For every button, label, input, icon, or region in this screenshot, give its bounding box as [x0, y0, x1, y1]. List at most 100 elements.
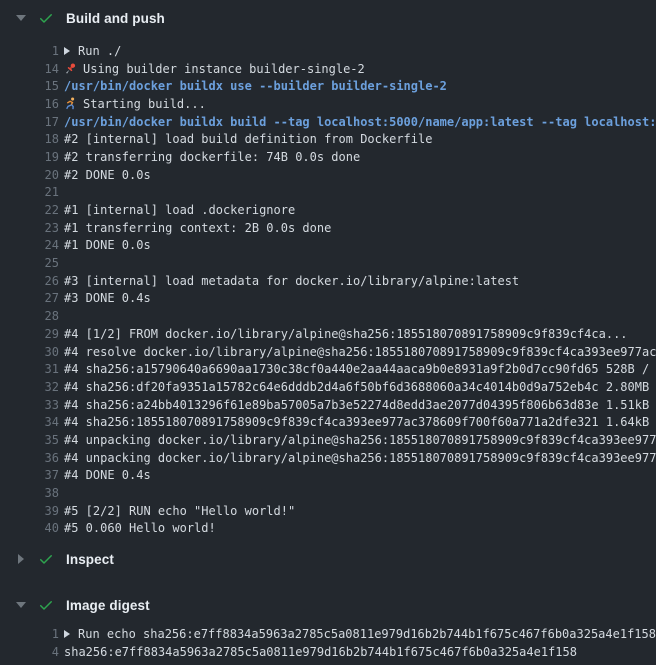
log-line-content: #2 [internal] load build definition from…	[64, 132, 656, 146]
log-line-content: #3 [internal] load metadata for docker.i…	[64, 274, 656, 288]
log-line-content: #3 DONE 0.4s	[64, 291, 656, 305]
line-number[interactable]: 22	[0, 203, 59, 217]
line-number[interactable]: 28	[0, 309, 59, 323]
line-number[interactable]: 20	[0, 168, 59, 182]
check-icon	[38, 10, 54, 26]
section-header[interactable]: Image digest	[0, 587, 656, 623]
line-number[interactable]: 37	[0, 468, 59, 482]
log-line: 33#4 sha256:a24bb4013296f61e89ba57005a7b…	[0, 396, 656, 414]
section-title: Inspect	[66, 552, 114, 567]
line-number[interactable]: 27	[0, 291, 59, 305]
log-line-content: Starting build...	[64, 97, 656, 111]
log-line-content: #4 resolve docker.io/library/alpine@sha2…	[64, 345, 656, 359]
section-title: Build and push	[66, 11, 165, 26]
log-line-content: sha256:e7ff8834a5963a2785c5a0811e979d16b…	[64, 645, 656, 659]
log-line: 35 #4 unpacking docker.io/library/alpine@…	[0, 431, 656, 449]
log-line-content: #4 unpacking docker.io/library/alpine@sh…	[64, 433, 656, 447]
log-line: 20 #2 DONE 0.0s	[0, 166, 656, 184]
line-number[interactable]: 38	[0, 486, 59, 500]
log-line: 25	[0, 254, 656, 272]
line-number[interactable]: 29	[0, 327, 59, 341]
log-text: Run ./	[78, 44, 121, 58]
log-text: #5 [2/2] RUN echo "Hello world!"	[64, 504, 295, 518]
log-line: 34#4 sha256:185518070891758909c9f839cf4c…	[0, 413, 656, 431]
log-line: 29 #4 [1/2] FROM docker.io/library/alpine…	[0, 325, 656, 343]
log-text: #5 0.060 Hello world!	[64, 521, 216, 535]
line-number[interactable]: 26	[0, 274, 59, 288]
line-number[interactable]: 1	[0, 627, 59, 641]
log-text: sha256:e7ff8834a5963a2785c5a0811e979d16b…	[64, 645, 577, 659]
play-marker-icon[interactable]	[64, 47, 70, 55]
line-number[interactable]: 18	[0, 132, 59, 146]
log-text: #4 DONE 0.4s	[64, 468, 151, 482]
line-number[interactable]: 35	[0, 433, 59, 447]
line-number[interactable]: 39	[0, 504, 59, 518]
line-number[interactable]: 36	[0, 451, 59, 465]
log-line: 27 #3 DONE 0.4s	[0, 290, 656, 308]
check-icon	[38, 551, 54, 567]
log-text: #1 transferring context: 2B 0.0s done	[64, 221, 331, 235]
log-text: #2 transferring dockerfile: 74B 0.0s don…	[64, 150, 360, 164]
log-text: #1 DONE 0.0s	[64, 238, 151, 252]
section-header[interactable]: Inspect	[0, 541, 656, 577]
log-line: 18 #2 [internal] load build definition fr…	[0, 130, 656, 148]
log-line-content: #4 unpacking docker.io/library/alpine@sh…	[64, 451, 656, 465]
log-section: Inspect	[0, 541, 656, 577]
line-number[interactable]: 30	[0, 345, 59, 359]
log-line: 38	[0, 484, 656, 502]
log-text: Starting build...	[83, 97, 206, 111]
line-number[interactable]: 31	[0, 362, 59, 376]
chevron-down-icon	[16, 602, 26, 608]
line-number[interactable]: 14	[0, 62, 59, 76]
log-line: 28	[0, 307, 656, 325]
log-line: 30 #4 resolve docker.io/library/alpine@sh…	[0, 343, 656, 361]
line-number[interactable]: 25	[0, 256, 59, 270]
line-number[interactable]: 21	[0, 185, 59, 199]
log-line-content: #1 DONE 0.0s	[64, 238, 656, 252]
log-line: 40 #5 0.060 Hello world!	[0, 520, 656, 538]
log-line: 1 Run ./	[0, 42, 656, 60]
line-number[interactable]: 40	[0, 521, 59, 535]
play-marker-icon[interactable]	[64, 630, 70, 638]
line-number[interactable]: 33	[0, 398, 59, 412]
log-text: #2 DONE 0.0s	[64, 168, 151, 182]
log-text: #4 unpacking docker.io/library/alpine@sh…	[64, 433, 656, 447]
line-number[interactable]: 17	[0, 115, 59, 129]
log-text: #1 [internal] load .dockerignore	[64, 203, 295, 217]
log-text: /usr/bin/docker buildx build --tag local…	[64, 115, 656, 129]
chevron-right-icon	[16, 554, 26, 564]
section-header[interactable]: Build and push	[0, 0, 656, 36]
log-line-content: #4 sha256:df20fa9351a15782c64e6dddb2d4a6…	[64, 380, 656, 394]
log-text: #4 resolve docker.io/library/alpine@sha2…	[64, 345, 656, 359]
log-lines: 1Run echo sha256:e7ff8834a5963a2785c5a08…	[0, 623, 656, 664]
log-line: 31#4 sha256:a15790640a6690aa1730c38cf0a4…	[0, 360, 656, 378]
line-number[interactable]: 32	[0, 380, 59, 394]
line-number[interactable]: 34	[0, 415, 59, 429]
log-line: 1Run echo sha256:e7ff8834a5963a2785c5a08…	[0, 625, 656, 643]
log-line: 24 #1 DONE 0.0s	[0, 237, 656, 255]
log-text: #3 [internal] load metadata for docker.i…	[64, 274, 519, 288]
log-line-content: Using builder instance builder-single-2	[64, 62, 656, 76]
log-line: 21	[0, 184, 656, 202]
line-number[interactable]: 16	[0, 97, 59, 111]
line-number[interactable]: 23	[0, 221, 59, 235]
log-line: 16 Starting build...	[0, 95, 656, 113]
line-number[interactable]: 4	[0, 645, 59, 659]
log-line: 17/usr/bin/docker buildx build --tag loc…	[0, 113, 656, 131]
log-line-content: #1 [internal] load .dockerignore	[64, 203, 656, 217]
log-text: #4 unpacking docker.io/library/alpine@sh…	[64, 451, 656, 465]
line-number[interactable]: 1	[0, 44, 59, 58]
line-number[interactable]: 19	[0, 150, 59, 164]
line-number[interactable]: 15	[0, 79, 59, 93]
log-text: Using builder instance builder-single-2	[83, 62, 365, 76]
line-number[interactable]: 24	[0, 238, 59, 252]
log-line: 14 Using builder instance builder-single-…	[0, 60, 656, 78]
log-line: 26 #3 [internal] load metadata for docker…	[0, 272, 656, 290]
log-line-content: #2 DONE 0.0s	[64, 168, 656, 182]
log-section: Build and push 1 Run ./ 14 Using builder ins…	[0, 0, 656, 541]
log-line-content: #5 0.060 Hello world!	[64, 521, 656, 535]
log-line: 19 #2 transferring dockerfile: 74B 0.0s d…	[0, 148, 656, 166]
log-line-content: Run ./	[64, 44, 656, 58]
check-icon	[38, 597, 54, 613]
log-text: #4 [1/2] FROM docker.io/library/alpine@s…	[64, 327, 628, 341]
